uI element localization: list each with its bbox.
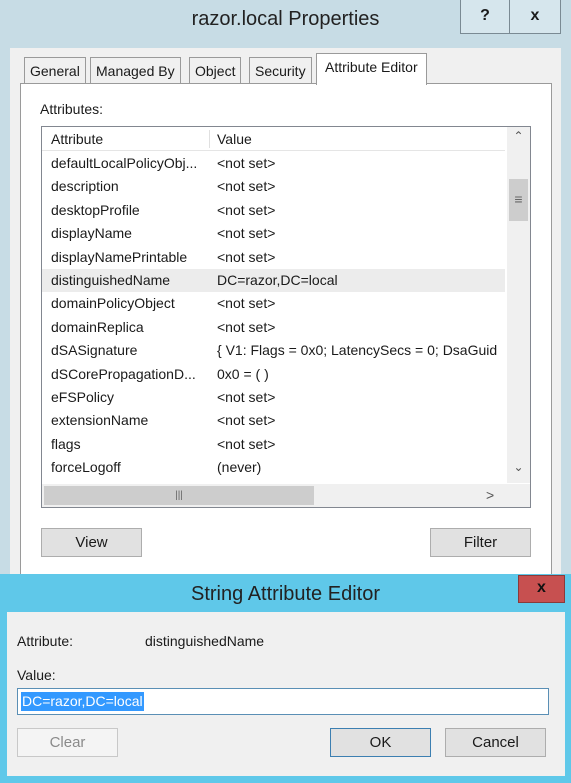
- value-cell: { V1: Flags = 0x0; LatencySecs = 0; DsaG…: [217, 342, 498, 359]
- value-selected-text: DC=razor,DC=local: [21, 692, 144, 711]
- filter-button[interactable]: Filter: [430, 528, 531, 557]
- attribute-cell: domainReplica: [51, 318, 144, 335]
- table-row[interactable]: domainReplica <not set>: [42, 316, 505, 339]
- clear-button[interactable]: Clear: [17, 728, 118, 757]
- table-row[interactable]: domainPolicyObject <not set>: [42, 292, 505, 315]
- attribute-cell: displayNamePrintable: [51, 248, 188, 265]
- value-cell: 0x0 = ( ): [217, 365, 269, 382]
- attribute-cell: extensionName: [51, 412, 149, 429]
- attribute-cell: displayName: [51, 225, 132, 242]
- attribute-label: Attribute:: [17, 633, 74, 649]
- table-row[interactable]: displayName <not set>: [42, 222, 505, 245]
- table-row[interactable]: flags <not set>: [42, 433, 505, 456]
- cancel-button[interactable]: Cancel: [445, 728, 546, 757]
- hscroll-thumb[interactable]: |||: [44, 486, 314, 505]
- close-button[interactable]: x: [509, 0, 561, 34]
- scroll-thumb[interactable]: ≡: [509, 179, 528, 221]
- table-row[interactable]: eFSPolicy <not set>: [42, 386, 505, 409]
- vertical-scrollbar[interactable]: ⌃ ≡ ⌄: [507, 127, 530, 483]
- dialog-title: String Attribute Editor: [191, 583, 380, 605]
- tab-general[interactable]: General: [24, 57, 86, 84]
- dialog-close-button[interactable]: x: [518, 575, 565, 603]
- value-cell: <not set>: [217, 318, 276, 335]
- attribute-cell: defaultLocalPolicyObj...: [51, 155, 198, 171]
- column-value[interactable]: Value: [217, 127, 252, 151]
- table-row[interactable]: dSASignature { V1: Flags = 0x0; LatencySe…: [42, 339, 505, 362]
- table-row[interactable]: defaultLocalPolicyObj... <not set>: [42, 152, 505, 175]
- tab-managed-by[interactable]: Managed By: [90, 57, 181, 84]
- list-header: Attribute Value: [42, 127, 505, 151]
- attribute-name: distinguishedName: [145, 633, 265, 649]
- attribute-cell: forceLogoff: [51, 459, 121, 476]
- help-button[interactable]: ?: [460, 0, 510, 34]
- tab-object[interactable]: Object: [189, 57, 242, 84]
- value-cell: <not set>: [217, 225, 276, 242]
- horizontal-scrollbar[interactable]: < ||| >: [42, 484, 530, 507]
- value-cell: <not set>: [217, 295, 276, 312]
- attribute-cell: domainPolicyObject: [51, 295, 175, 312]
- attribute-cell: desktopProfile: [51, 201, 140, 218]
- ok-button[interactable]: OK: [330, 728, 431, 757]
- value-cell: <not set>: [217, 435, 276, 452]
- attribute-cell: eFSPolicy: [51, 389, 115, 405]
- tab-security[interactable]: Security: [249, 57, 312, 84]
- value-input[interactable]: DC=razor,DC=local: [17, 688, 549, 715]
- table-row[interactable]: distinguishedName DC=razor,DC=local: [42, 269, 505, 293]
- attribute-cell: description: [51, 178, 119, 195]
- value-cell: <not set>: [217, 155, 276, 171]
- table-row[interactable]: extensionName <not set>: [42, 409, 505, 432]
- tab-attribute-editor[interactable]: Attribute Editor: [316, 53, 427, 85]
- scroll-down-icon[interactable]: ⌄: [507, 460, 530, 474]
- attribute-cell: flags: [51, 435, 81, 452]
- scroll-right-icon[interactable]: >: [486, 487, 494, 503]
- attribute-cell: dSCorePropagationD...: [51, 365, 196, 382]
- value-cell: DC=razor,DC=local: [217, 272, 338, 288]
- value-label: Value:: [17, 667, 56, 683]
- value-cell: <not set>: [217, 201, 276, 218]
- table-row[interactable]: dSCorePropagationD... 0x0 = ( ): [42, 363, 505, 386]
- value-cell: (never): [217, 459, 262, 476]
- attributes-label: Attributes:: [40, 101, 104, 117]
- table-row[interactable]: desktopProfile <not set>: [42, 199, 505, 222]
- value-cell: <not set>: [217, 178, 276, 195]
- attributes-list[interactable]: Attribute Value defaultLocalPolicyObj...…: [41, 126, 531, 508]
- value-cell: <not set>: [217, 389, 276, 405]
- table-row[interactable]: description <not set>: [42, 175, 505, 198]
- attribute-cell: distinguishedName: [51, 272, 171, 288]
- view-button[interactable]: View: [41, 528, 142, 557]
- column-attribute[interactable]: Attribute: [51, 127, 211, 151]
- value-cell: <not set>: [217, 248, 276, 265]
- value-cell: <not set>: [217, 412, 276, 429]
- scroll-up-icon[interactable]: ⌃: [507, 129, 530, 143]
- table-row[interactable]: displayNamePrintable <not set>: [42, 246, 505, 269]
- attribute-cell: dSASignature: [51, 342, 138, 359]
- table-row[interactable]: forceLogoff (never): [42, 456, 505, 479]
